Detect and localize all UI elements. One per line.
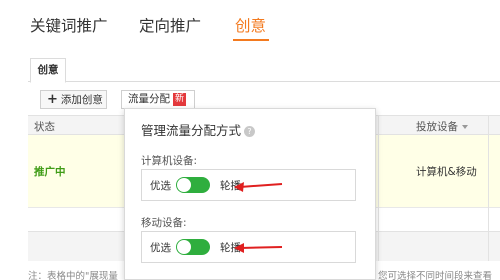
red-arrow-annotation <box>234 243 283 253</box>
new-badge: 新 <box>173 93 186 106</box>
help-icon[interactable]: ? <box>244 126 256 137</box>
add-creative-label: 添加创意 <box>60 94 103 106</box>
traffic-allocation-popover: 管理流量分配方式? 计算机设备: 优选 轮播 移动设备: 优选 轮播 <box>124 108 376 280</box>
tab-targeted-promotion[interactable]: 定向推广 <box>139 14 201 36</box>
header-device-label: 投放设备 <box>416 121 458 133</box>
inner-tab-bar: 创意 <box>28 58 500 83</box>
red-arrow-annotation <box>234 182 283 192</box>
column-divider <box>378 115 379 261</box>
top-tabs: 关键词推广 定向推广 创意 <box>0 0 500 48</box>
device-cell: 计算机&移动 <box>416 166 477 178</box>
computer-device-label: 计算机设备: <box>141 155 198 167</box>
mobile-optimized-label: 优选 <box>150 242 171 254</box>
traffic-allocation-label: 流量分配 <box>128 93 170 105</box>
column-divider <box>488 115 489 261</box>
tab-keyword-promotion[interactable]: 关键词推广 <box>30 14 108 36</box>
mobile-device-label: 移动设备: <box>141 217 187 229</box>
computer-optimized-label: 优选 <box>150 180 171 192</box>
mobile-allocation-toggle[interactable] <box>176 239 210 255</box>
plus-icon: + <box>47 92 58 107</box>
mobile-device-box: 优选 轮播 <box>141 231 356 263</box>
popover-title-text: 管理流量分配方式 <box>141 123 242 138</box>
add-creative-button[interactable]: + 添加创意 <box>40 90 107 109</box>
inner-tab-creative[interactable]: 创意 <box>30 58 66 83</box>
toggle-knob <box>177 240 191 254</box>
footnote-right: 您可选择不同时间段来查看 <box>378 271 493 280</box>
tab-creative[interactable]: 创意 <box>235 14 266 36</box>
active-tab-underline <box>233 39 269 41</box>
header-status[interactable]: 状态 <box>34 119 55 134</box>
status-cell: 推广中 <box>34 166 66 178</box>
footnote-left: 注：表格中的"展现量 <box>28 271 118 280</box>
header-device[interactable]: 投放设备 <box>416 119 468 134</box>
traffic-allocation-button[interactable]: 流量分配 新 <box>121 90 195 109</box>
popover-title: 管理流量分配方式? <box>141 120 256 139</box>
sort-down-icon[interactable] <box>462 125 468 129</box>
computer-device-box: 优选 轮播 <box>141 169 356 201</box>
computer-allocation-toggle[interactable] <box>176 177 210 193</box>
toggle-knob <box>177 178 191 192</box>
